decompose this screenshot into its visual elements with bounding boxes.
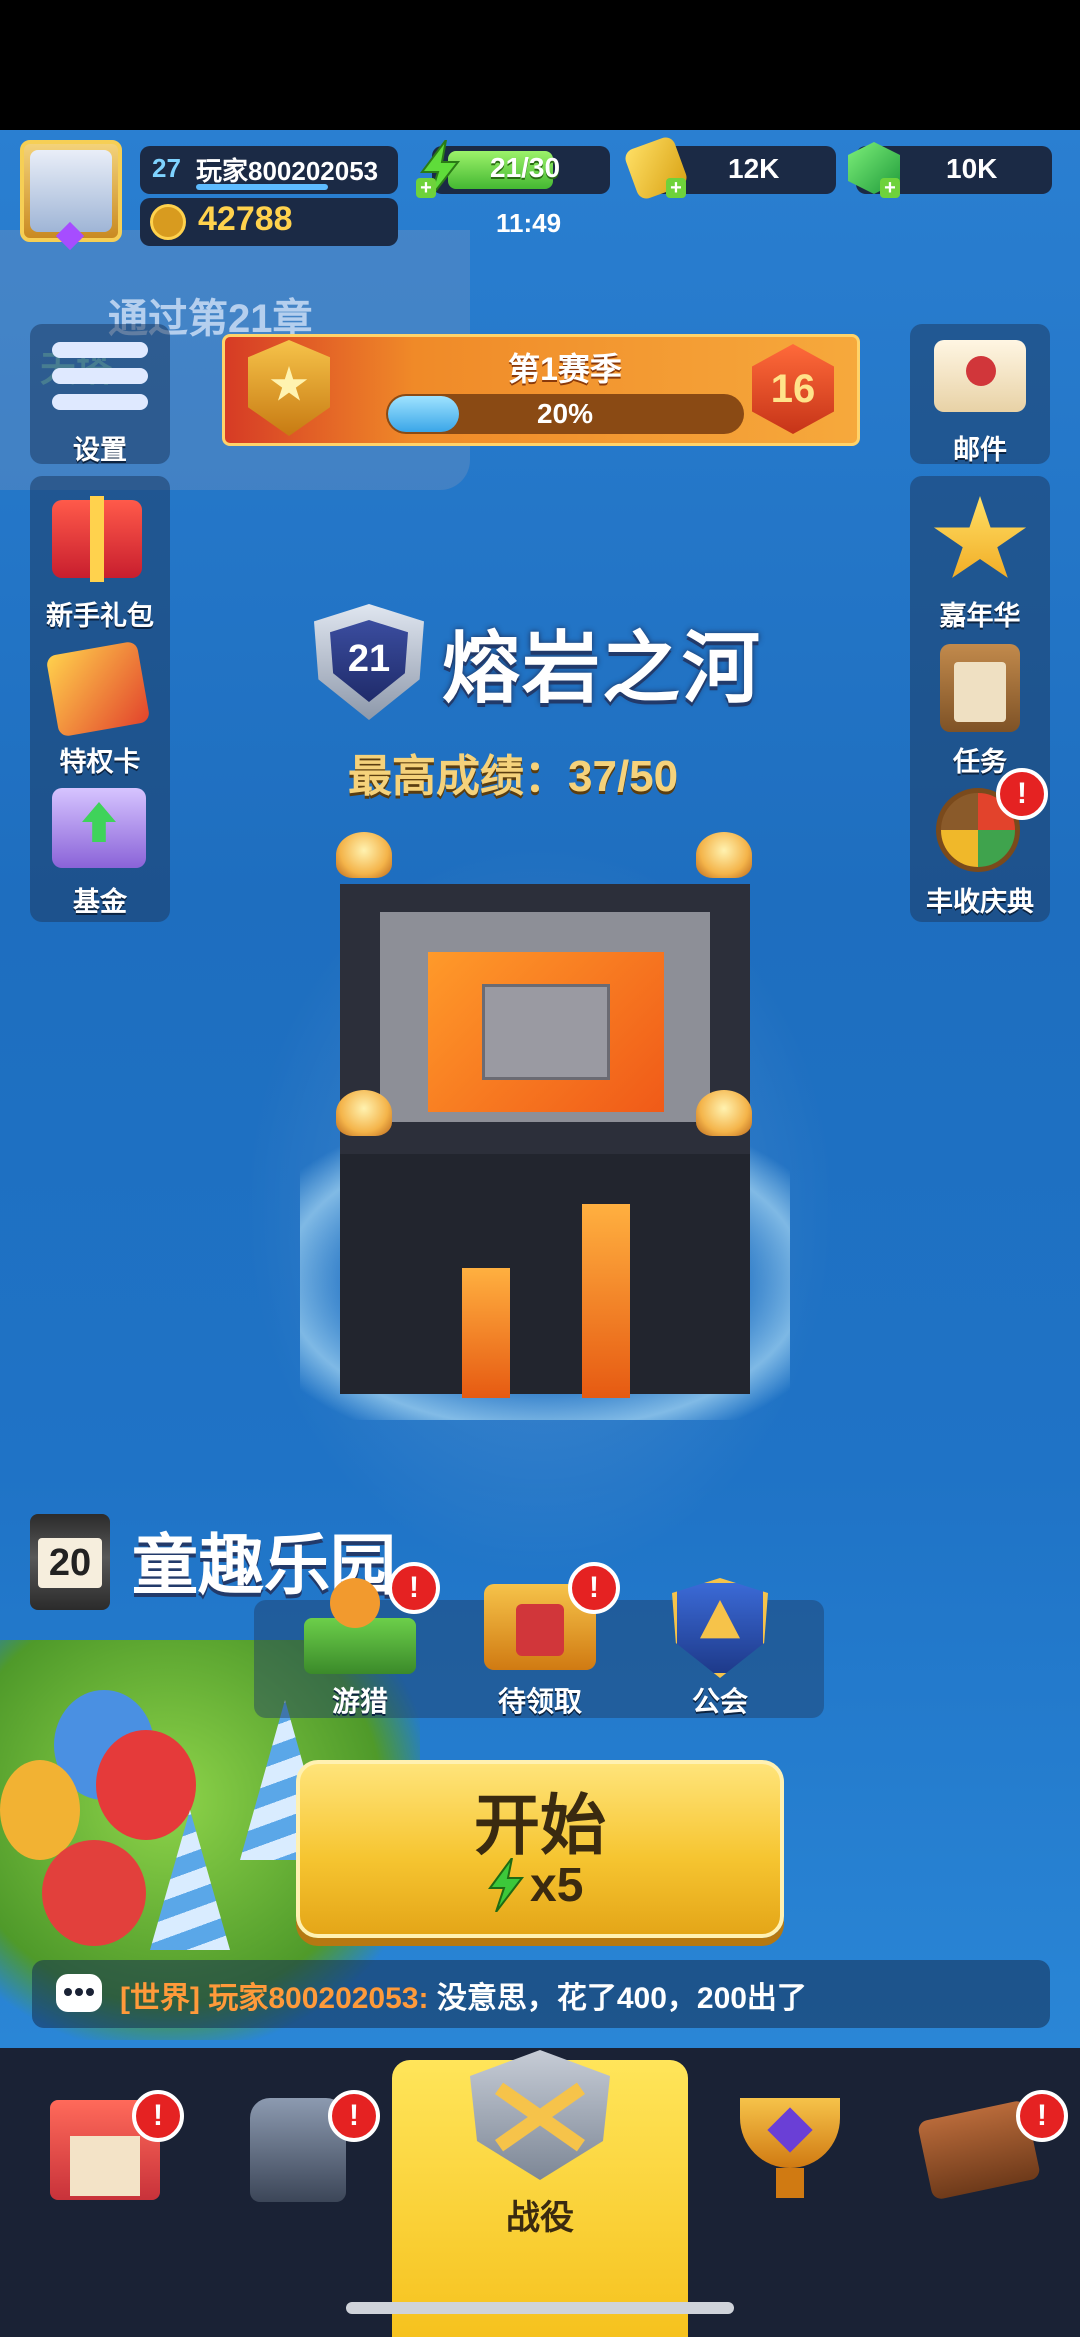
shop-front [70, 2136, 140, 2196]
chat-channel: [世界] [120, 1982, 200, 2015]
chapter-number: 20 [38, 1538, 102, 1588]
carnival-label: 嘉年华 [939, 601, 1021, 631]
mail-label: 邮件 [953, 435, 1007, 465]
trophy-stem [776, 2168, 804, 2198]
tasks-button[interactable]: 任务 [910, 636, 1050, 777]
gem-add-icon[interactable]: + [880, 178, 900, 198]
start-energy-cost: x5 [530, 1859, 584, 1912]
status-bar-background [0, 0, 1080, 130]
gift-ribbon [90, 496, 104, 582]
balloon-red [96, 1730, 196, 1840]
menu-lines-icon [52, 342, 148, 358]
harvest-festival-label: 丰收庆典 [926, 887, 1034, 917]
crossed-swords-icon [470, 2050, 610, 2190]
lava-tower-wall [340, 1154, 750, 1394]
menu-line-2 [52, 368, 148, 384]
safari-alert-badge: ! [388, 1562, 440, 1614]
season-title: 第1赛季 [508, 351, 622, 387]
brazier-icon [696, 832, 752, 878]
tower-center-block [482, 984, 610, 1080]
starter-pack-label: 新手礼包 [46, 601, 154, 631]
settings-button[interactable]: 设置 [30, 324, 170, 465]
carnival-star-icon [933, 496, 1027, 578]
mail-seal-icon [966, 356, 996, 386]
xp-progress-bar [196, 184, 328, 190]
fund-label: 基金 [73, 887, 127, 917]
balloon-red-2 [42, 1840, 146, 1946]
chat-dot [64, 1988, 72, 1996]
chat-text: 没意思，花了400，200出了 [436, 1982, 807, 2015]
safari-label: 游猎 [331, 1686, 388, 1717]
ticket-add-icon[interactable]: + [666, 178, 686, 198]
nav-tab-trophy[interactable] [700, 2080, 880, 2220]
equipment-alert-badge: ! [328, 2090, 380, 2142]
safari-creature-icon [330, 1578, 380, 1628]
fund-button[interactable]: 基金 [30, 776, 170, 917]
pending-rewards-label: 待领取 [497, 1686, 582, 1717]
gold-amount: 42788 [198, 200, 293, 238]
player-level: 27 [152, 153, 181, 183]
carnival-button[interactable]: 嘉年华 [910, 490, 1050, 631]
privilege-card-label: 特权卡 [59, 747, 141, 777]
chat-sender: 玩家800202053: [208, 1982, 429, 2015]
home-indicator [346, 2302, 734, 2314]
brazier-icon [696, 1090, 752, 1136]
starter-pack-button[interactable]: 新手礼包 [30, 490, 170, 631]
player-name: 玩家800202053 [196, 156, 379, 186]
task-paper [954, 662, 1006, 722]
brazier-icon [336, 1090, 392, 1136]
best-score: 最高成绩：37/50 [348, 752, 679, 801]
season-progress-text: 20% [536, 398, 594, 429]
pending-alert-badge: ! [568, 1562, 620, 1614]
gem-amount: 10K [946, 153, 998, 184]
guild-label: 公会 [691, 1686, 748, 1717]
stage-name: 熔岩之河 [442, 624, 763, 712]
chat-dot [75, 1988, 83, 1996]
energy-amount: 21/30 [490, 152, 561, 183]
menu-line-3 [52, 394, 148, 410]
mail-button[interactable]: 邮件 [910, 324, 1050, 465]
lava-fall-left [462, 1268, 510, 1398]
energy-add-icon[interactable]: + [416, 178, 436, 198]
shop-alert-badge: ! [132, 2090, 184, 2142]
avatar-portrait-icon [30, 150, 112, 232]
harvest-alert-badge: ! [996, 768, 1048, 820]
privilege-card-icon [45, 640, 151, 738]
lava-fall-right [582, 1204, 630, 1398]
privilege-card-button[interactable]: 特权卡 [30, 636, 170, 777]
energy-refill-timer: 11:49 [496, 208, 562, 238]
nav-campaign-label: 战役 [506, 2199, 574, 2237]
brazier-icon [336, 832, 392, 878]
gold-coin-icon [150, 204, 186, 240]
balloon-yellow [0, 1760, 80, 1860]
chest-lock-icon [516, 1604, 564, 1656]
workshop-alert-badge: ! [1016, 2090, 1068, 2142]
start-button-label: 开始 [474, 1788, 606, 1862]
settings-label: 设置 [73, 435, 127, 465]
energy-bolt-icon [488, 1858, 525, 1912]
ticket-amount: 12K [728, 153, 780, 184]
guild-button[interactable]: 公会 [650, 1568, 790, 1718]
chat-dot [86, 1988, 94, 1996]
chat-message: [世界] 玩家800202053: 没意思，花了400，200出了 [120, 1973, 807, 2017]
